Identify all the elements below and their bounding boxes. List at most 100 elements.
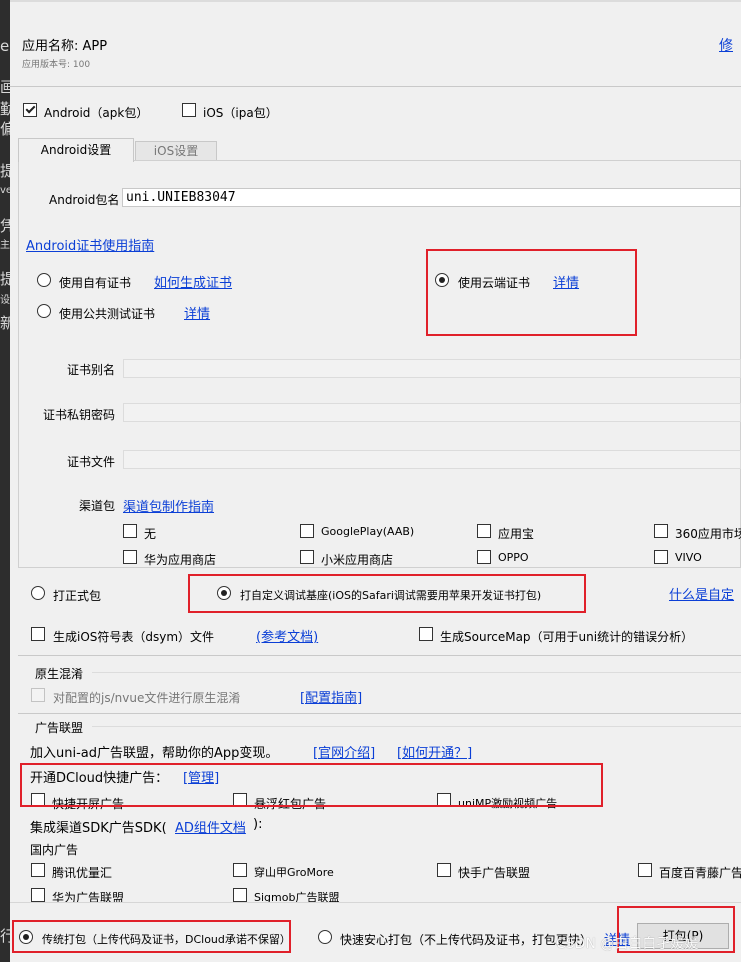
channel-label-none: 无 bbox=[144, 527, 157, 541]
channel-checkbox[interactable] bbox=[654, 550, 668, 564]
ref-doc-link[interactable]: (参考文档) bbox=[256, 626, 318, 645]
app-version-label: 应用版本号: 100 bbox=[22, 60, 91, 70]
dsym-checkbox[interactable] bbox=[31, 627, 45, 641]
ad-label-huawei: 华为广告联盟 bbox=[52, 891, 125, 902]
ios-checkbox-label: iOS（ipa包） bbox=[203, 106, 278, 120]
app-name-label: 应用名称: APP bbox=[22, 39, 108, 54]
native-obfuscation-title: 原生混淆 bbox=[35, 667, 84, 681]
how-generate-cert-link[interactable]: 如何生成证书 bbox=[154, 272, 232, 291]
background-glyph: 设 bbox=[0, 295, 10, 306]
ads-group-line bbox=[92, 726, 741, 727]
background-glyph: 偏 bbox=[0, 120, 10, 138]
public-test-cert-radio[interactable] bbox=[37, 304, 51, 318]
channel-checkbox[interactable] bbox=[300, 550, 314, 564]
highlight-box-custom-base bbox=[188, 574, 586, 613]
ad-component-doc-link[interactable]: AD组件文档 bbox=[175, 817, 246, 836]
check-icon bbox=[25, 103, 36, 114]
background-glyph: e bbox=[0, 37, 10, 55]
background-editor-strip bbox=[0, 0, 10, 962]
background-glyph: 提 bbox=[0, 162, 10, 180]
package-name-value: uni.UNIEB83047 bbox=[126, 190, 236, 205]
safe-pack-radio[interactable] bbox=[318, 930, 332, 944]
ad-checkbox[interactable] bbox=[638, 863, 652, 877]
cert-guide-link[interactable]: Android证书使用指南 bbox=[26, 235, 154, 254]
background-glyph: 新 bbox=[0, 314, 10, 332]
channel-label-googleplay: GooglePlay(AAB) bbox=[321, 525, 415, 538]
android-checkbox[interactable] bbox=[23, 103, 37, 117]
channel-label-yingyongbao: 应用宝 bbox=[498, 527, 535, 541]
obfuscation-divider bbox=[18, 713, 741, 714]
background-glyph: 主 bbox=[0, 240, 10, 251]
ad-checkbox[interactable] bbox=[31, 863, 45, 877]
android-checkbox-label: Android（apk包） bbox=[44, 106, 149, 120]
channel-label-oppo: OPPO bbox=[498, 551, 529, 564]
background-glyph: 行 bbox=[0, 927, 10, 945]
sdk-ads-prefix: 集成渠道SDK广告SDK( bbox=[30, 821, 167, 836]
header-divider bbox=[10, 86, 741, 87]
ads-official-link[interactable]: [官网介绍] bbox=[313, 742, 375, 761]
cert-file-label: 证书文件 bbox=[67, 455, 116, 469]
public-test-cert-label: 使用公共测试证书 bbox=[59, 307, 156, 321]
channel-guide-link[interactable]: 渠道包制作指南 bbox=[123, 496, 214, 515]
config-guide-link[interactable]: [配置指南] bbox=[300, 687, 362, 706]
package-name-label: Android包名 bbox=[49, 193, 120, 207]
public-cert-detail-link[interactable]: 详情 bbox=[184, 303, 210, 322]
safe-pack-label: 快速安心打包（不上传代码及证书，打包更快） bbox=[340, 933, 593, 947]
what-is-custom-link[interactable]: 什么是自定 bbox=[669, 584, 741, 603]
highlight-box-traditional bbox=[12, 920, 291, 953]
ad-label-gromore: 穿山甲GroMore bbox=[254, 866, 334, 879]
channel-checkbox[interactable] bbox=[477, 550, 491, 564]
options-divider bbox=[18, 655, 741, 656]
ads-intro: 加入uni-ad广告联盟，帮助你的App变现。 bbox=[30, 746, 279, 761]
highlight-box-cloud-cert bbox=[426, 249, 637, 336]
channel-checkbox[interactable] bbox=[123, 524, 137, 538]
formal-pack-radio[interactable] bbox=[31, 586, 45, 600]
channel-checkbox[interactable] bbox=[654, 524, 668, 538]
channel-checkbox[interactable] bbox=[123, 550, 137, 564]
channel-label-huawei: 华为应用商店 bbox=[144, 553, 217, 567]
tab-android-settings[interactable]: Android设置 bbox=[18, 138, 134, 162]
cert-file-input[interactable] bbox=[123, 450, 741, 469]
ads-title: 广告联盟 bbox=[35, 721, 84, 735]
ios-checkbox[interactable] bbox=[182, 103, 196, 117]
channel-checkbox[interactable] bbox=[300, 524, 314, 538]
background-glyph: 勤 bbox=[0, 100, 10, 118]
sourcemap-label: 生成SourceMap（可用于uni统计的错误分析） bbox=[440, 630, 694, 644]
ad-checkbox[interactable] bbox=[233, 863, 247, 877]
background-glyph: 画 bbox=[0, 78, 10, 96]
obfuscation-checkbox[interactable] bbox=[31, 688, 45, 702]
ad-checkbox[interactable] bbox=[437, 863, 451, 877]
channel-label: 渠道包 bbox=[79, 499, 116, 513]
ad-checkbox[interactable] bbox=[31, 888, 45, 902]
obfuscation-group-line bbox=[92, 672, 741, 673]
ads-scroll-clip: 华为广告联盟 Sigmob广告联盟 bbox=[10, 888, 741, 902]
own-cert-radio[interactable] bbox=[37, 273, 51, 287]
tab-ios-settings[interactable]: iOS设置 bbox=[135, 141, 217, 160]
cert-alias-input[interactable] bbox=[123, 359, 741, 378]
ad-checkbox[interactable] bbox=[233, 888, 247, 902]
domestic-ads-label: 国内广告 bbox=[30, 843, 79, 857]
background-glyph: 凭 bbox=[0, 217, 10, 235]
channel-label-xiaomi: 小米应用商店 bbox=[321, 553, 394, 567]
dsym-label: 生成iOS符号表（dsym）文件 bbox=[53, 630, 215, 644]
own-cert-label: 使用自有证书 bbox=[59, 276, 132, 290]
cert-password-label: 证书私钥密码 bbox=[43, 408, 116, 422]
sdk-ads-suffix: ): bbox=[253, 817, 263, 832]
channel-checkbox[interactable] bbox=[477, 524, 491, 538]
background-glyph: ve bbox=[0, 185, 10, 196]
background-glyph: 提 bbox=[0, 270, 10, 288]
edit-link[interactable]: 修 bbox=[719, 35, 733, 55]
cert-alias-label: 证书别名 bbox=[67, 363, 116, 377]
csdn-watermark: CSDN @白白白孑媛媛 bbox=[556, 936, 699, 952]
cert-password-input[interactable] bbox=[123, 403, 741, 422]
sourcemap-checkbox[interactable] bbox=[419, 627, 433, 641]
dialog-top-border bbox=[10, 0, 741, 2]
ad-label-kuaishou: 快手广告联盟 bbox=[458, 866, 531, 880]
ad-label-tencent: 腾讯优量汇 bbox=[52, 866, 113, 880]
channel-label-360: 360应用市场 bbox=[675, 527, 741, 541]
obfuscation-label: 对配置的js/nvue文件进行原生混淆 bbox=[53, 691, 241, 705]
ad-label-sigmob: Sigmob广告联盟 bbox=[254, 891, 340, 902]
formal-pack-label: 打正式包 bbox=[53, 589, 102, 603]
ad-label-baidu: 百度百青藤广告 bbox=[659, 866, 741, 880]
ads-how-link[interactable]: [如何开通？] bbox=[397, 742, 472, 761]
